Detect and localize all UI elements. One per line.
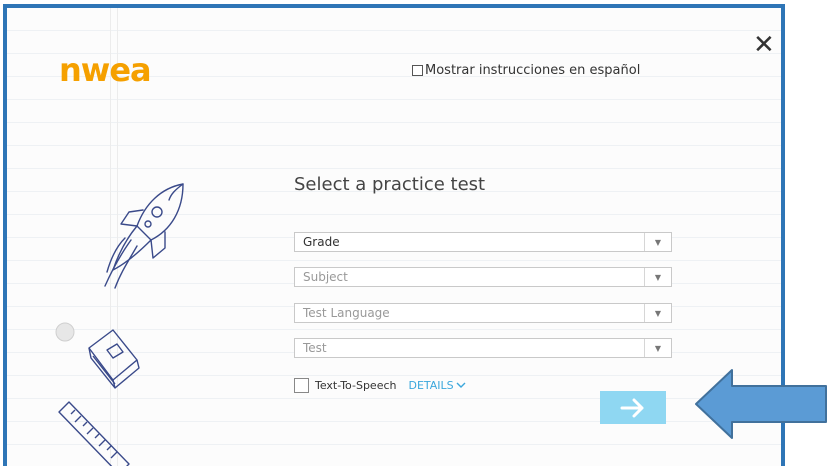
caret-down-icon[interactable]: ▼ <box>644 304 671 322</box>
text-to-speech-option: Text-To-Speech DETAILS <box>294 378 466 393</box>
rocket-doodle-icon <box>104 183 184 289</box>
test-language-select[interactable]: Test Language ▼ <box>294 303 672 323</box>
ruler-doodle-icon <box>58 401 130 466</box>
next-button[interactable] <box>600 391 666 424</box>
grade-select-value: Grade <box>303 235 340 249</box>
details-label: DETAILS <box>408 379 454 392</box>
chevron-down-icon <box>456 382 466 388</box>
test-select-value: Test <box>303 341 327 355</box>
spanish-toggle-label: Mostrar instrucciones en español <box>425 63 641 78</box>
nwea-logo: nwea <box>59 51 152 89</box>
page-title: Select a practice test <box>294 174 486 195</box>
spanish-checkbox[interactable] <box>412 65 423 76</box>
caret-down-icon[interactable]: ▼ <box>644 233 671 251</box>
annotation-arrow-icon <box>695 369 827 439</box>
arrow-right-icon <box>620 398 644 417</box>
text-to-speech-checkbox[interactable] <box>294 378 309 393</box>
subject-select[interactable]: Subject ▼ <box>294 267 672 287</box>
caret-down-icon[interactable]: ▼ <box>644 268 671 286</box>
dialog-frame: nwea Mostrar instrucciones en español ✕ … <box>3 4 785 466</box>
test-language-select-value: Test Language <box>303 306 390 320</box>
test-select[interactable]: Test ▼ <box>294 338 672 358</box>
subject-select-value: Subject <box>303 270 348 284</box>
book-doodle-icon <box>88 329 140 389</box>
grade-select[interactable]: Grade ▼ <box>294 232 672 252</box>
spanish-instructions-toggle[interactable]: Mostrar instrucciones en español <box>412 63 640 78</box>
caret-down-icon[interactable]: ▼ <box>644 339 671 357</box>
details-link[interactable]: DETAILS <box>408 379 466 392</box>
hole-punch-icon <box>55 322 75 342</box>
text-to-speech-label: Text-To-Speech <box>315 379 397 392</box>
close-icon[interactable]: ✕ <box>753 32 775 58</box>
